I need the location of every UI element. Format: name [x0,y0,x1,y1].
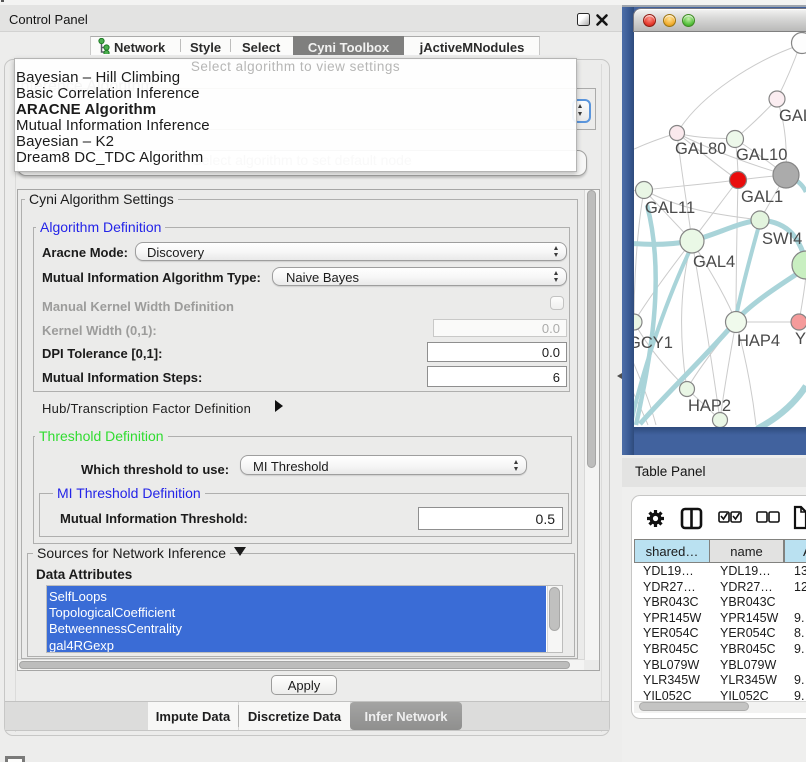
svg-text:Y: Y [795,330,806,348]
svg-text:GAL4: GAL4 [693,253,735,271]
svg-text:HAP2: HAP2 [688,397,731,415]
svg-text:GAL80: GAL80 [675,140,726,158]
svg-text:GCY1: GCY1 [634,334,673,352]
svg-text:GAL1: GAL1 [741,188,783,206]
svg-text:HAP4: HAP4 [737,332,780,350]
svg-text:GAL2: GAL2 [779,107,806,125]
svg-text:GAL11: GAL11 [645,199,695,217]
svg-text:GAL10: GAL10 [736,146,787,164]
svg-text:SWI4: SWI4 [762,230,802,248]
